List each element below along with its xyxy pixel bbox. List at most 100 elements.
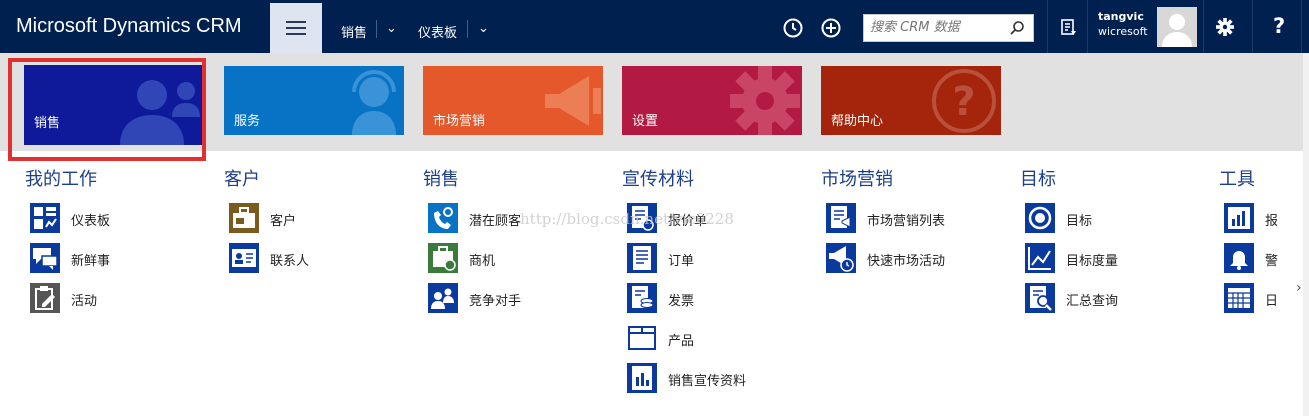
list-item[interactable]: 报: [1219, 203, 1303, 243]
list-item[interactable]: 竞争对手: [423, 283, 521, 323]
chevron-down-icon[interactable]: ⌄: [478, 21, 489, 36]
megaphone-icon: [545, 76, 601, 126]
gear-icon: [730, 66, 800, 135]
invoice-coins-icon: [627, 283, 657, 313]
item-label: 产品: [668, 334, 695, 349]
list-item[interactable]: 目标: [1020, 203, 1092, 243]
search-box[interactable]: [863, 14, 1034, 42]
list-item[interactable]: 目标度量: [1020, 243, 1118, 283]
column-heading: 目标: [1020, 169, 1056, 190]
item-label: 快速市场活动: [867, 254, 946, 269]
tile-service[interactable]: 服务: [224, 66, 404, 135]
calendar-icon: [1224, 283, 1254, 313]
lead-phone-icon: [428, 203, 458, 233]
list-item[interactable]: 产品: [622, 323, 694, 363]
user-org: wicresoft: [1098, 25, 1148, 38]
item-label: 市场营销列表: [867, 214, 946, 229]
activity-clipboard-icon: [30, 283, 60, 313]
user-name: tangvic: [1098, 10, 1144, 23]
contact-card-icon: [229, 243, 259, 273]
chevron-down-icon[interactable]: ⌄: [386, 21, 397, 36]
list-item[interactable]: 市场营销列表: [821, 203, 945, 243]
item-label: 联系人: [270, 254, 310, 269]
item-label: 目标度量: [1066, 254, 1119, 269]
search-icon[interactable]: [1009, 20, 1025, 36]
recent-clock-icon[interactable]: [782, 17, 804, 39]
user-info[interactable]: tangvic wicresoft: [1098, 9, 1148, 39]
column-heading: 宣传材料: [622, 169, 694, 190]
question-icon: ?: [932, 69, 996, 133]
list-item[interactable]: 汇总查询: [1020, 283, 1118, 323]
item-label: 汇总查询: [1066, 294, 1119, 309]
column-heading: 市场营销: [821, 169, 893, 190]
menu-icon[interactable]: [270, 3, 322, 53]
list-item[interactable]: 客户: [224, 203, 296, 243]
rollup-query-icon: [1025, 283, 1055, 313]
list-item[interactable]: 警: [1219, 243, 1303, 283]
item-label: 竞争对手: [469, 294, 522, 309]
app-title[interactable]: Microsoft Dynamics CRM: [16, 15, 242, 38]
item-label: 报: [1265, 214, 1279, 229]
item-label: 潜在顾客: [469, 214, 522, 229]
header-divider: [1203, 0, 1204, 53]
column-collateral: 宣传材料 报价单 订单 发票 产品 销售宣传资料: [622, 165, 746, 403]
item-label: 新鲜事: [71, 254, 111, 269]
column-heading: 销售: [423, 169, 459, 190]
opportunity-icon: [428, 243, 458, 273]
search-input[interactable]: [870, 20, 1010, 35]
header-divider: [1047, 0, 1048, 53]
advanced-find-icon[interactable]: [1060, 18, 1078, 38]
headset-person-icon: [352, 70, 396, 135]
list-item[interactable]: 潜在顾客: [423, 203, 521, 243]
goal-metric-chart-icon: [1025, 243, 1055, 273]
item-label: 警: [1265, 254, 1279, 269]
column-my-work: 我的工作 仪表板 新鲜事 活动: [25, 165, 110, 323]
create-plus-icon[interactable]: [820, 17, 842, 39]
nav-dashboard[interactable]: 仪表板: [418, 22, 457, 41]
tile-help-center[interactable]: ? 帮助中心: [821, 66, 1001, 135]
column-goals: 目标 目标 目标度量 汇总查询: [1020, 165, 1118, 323]
chevron-right-icon[interactable]: ›: [1296, 280, 1302, 296]
column-heading: 客户: [224, 169, 260, 190]
list-item[interactable]: 发票: [622, 283, 694, 323]
account-briefcase-icon: [229, 203, 259, 233]
competitor-people-icon: [428, 283, 458, 313]
alert-bell-icon: [1224, 243, 1254, 273]
list-item[interactable]: 商机: [423, 243, 495, 283]
tile-marketing[interactable]: 市场营销: [423, 66, 603, 135]
item-label: 销售宣传资料: [668, 374, 747, 389]
list-item[interactable]: 快速市场活动: [821, 243, 945, 283]
tile-settings[interactable]: 设置: [622, 66, 802, 135]
tile-label: 帮助中心: [831, 114, 884, 129]
column-tools: 工具 报 警 日: [1219, 165, 1303, 323]
highlight-box: [8, 58, 206, 161]
top-navigation-bar: Microsoft Dynamics CRM 销售 ⌄ 仪表板 ⌄ tangvi…: [0, 0, 1309, 53]
nav-separator: [376, 20, 377, 38]
order-document-icon: [627, 243, 657, 273]
column-customers: 客户 客户 联系人: [224, 165, 309, 283]
list-item[interactable]: 日: [1219, 283, 1303, 323]
list-item[interactable]: 活动: [25, 283, 97, 323]
target-icon: [1025, 203, 1055, 233]
avatar[interactable]: [1157, 7, 1197, 47]
list-item[interactable]: 订单: [622, 243, 694, 283]
item-label: 目标: [1066, 214, 1093, 229]
item-label: 仪表板: [71, 214, 111, 229]
help-icon[interactable]: ?: [1273, 14, 1285, 38]
scrollbar[interactable]: [1303, 53, 1309, 416]
report-chart-icon: [1224, 203, 1254, 233]
list-item[interactable]: 新鲜事: [25, 243, 110, 283]
sales-literature-icon: [627, 363, 657, 393]
list-item[interactable]: 联系人: [224, 243, 309, 283]
item-label: 发票: [668, 294, 695, 309]
item-label: 商机: [469, 254, 496, 269]
nav-separator: [467, 20, 468, 38]
column-sales: 销售 潜在顾客 商机 竞争对手: [423, 165, 521, 323]
marketing-list-icon: [826, 203, 856, 233]
list-item[interactable]: 销售宣传资料: [622, 363, 746, 403]
list-item[interactable]: 仪表板: [25, 203, 110, 243]
user-avatar-icon: [1162, 14, 1192, 47]
svg-text:?: ?: [952, 79, 975, 125]
nav-sales[interactable]: 销售: [341, 22, 367, 41]
gear-icon[interactable]: [1215, 17, 1235, 37]
